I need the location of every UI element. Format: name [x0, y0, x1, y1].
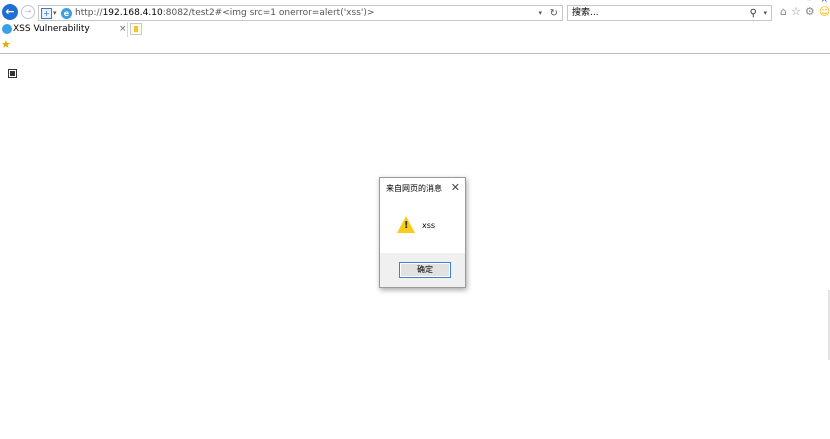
url-text[interactable]: http://192.168.4.10:8082/test2#<img src=…	[75, 7, 374, 20]
home-icon[interactable]: ⌂	[780, 6, 787, 18]
ok-button[interactable]: 确定	[399, 262, 451, 278]
chevron-down-icon[interactable]: ▾	[53, 8, 57, 19]
add-favorites-icon[interactable]: ★	[1, 38, 11, 52]
ie-tab-icon	[2, 24, 12, 34]
address-dropdown-icon[interactable]: ▾	[538, 8, 542, 19]
compatibility-icon[interactable]: +	[41, 8, 52, 19]
refresh-icon[interactable]: ↻	[550, 7, 558, 20]
tab-title: XSS Vulnerability	[13, 24, 90, 34]
back-arrow-icon[interactable]: ←	[2, 4, 18, 20]
forward-arrow-icon[interactable]: →	[21, 5, 35, 19]
search-input[interactable]: 搜索... ⚲ ▾	[567, 5, 772, 21]
search-placeholder: 搜索...	[572, 8, 599, 18]
new-tab-icon[interactable]	[130, 23, 142, 35]
search-dropdown-icon[interactable]: ▾	[763, 8, 767, 19]
address-bar[interactable]: + ▾ e http://192.168.4.10:8082/test2#<im…	[38, 5, 563, 21]
url-host: 192.168.4.10	[102, 8, 163, 18]
broken-image-icon	[8, 69, 17, 78]
gear-icon[interactable]: ⚙	[805, 6, 815, 18]
ie-logo-icon: e	[61, 8, 72, 19]
url-path: :8082/test2#<img src=1 onerror=alert('xs…	[162, 8, 375, 18]
url-prefix: http://	[75, 8, 103, 18]
navigation-bar: ← → + ▾ e http://192.168.4.10:8082/test2…	[0, 4, 830, 22]
dialog-message: xss	[422, 221, 436, 230]
tab-xss-vulnerability[interactable]: XSS Vulnerability ×	[0, 22, 128, 37]
star-icon[interactable]: ☆	[791, 6, 801, 18]
close-icon[interactable]: ✕	[451, 181, 460, 194]
toolbar-icons: ⌂ ☆ ⚙ ☺	[780, 6, 830, 18]
alert-dialog: 来自网页的消息 ✕ ! xss 确定	[379, 177, 466, 288]
smiley-icon[interactable]: ☺	[819, 6, 830, 18]
dialog-footer: 确定	[380, 253, 465, 287]
close-tab-icon[interactable]: ×	[119, 22, 127, 37]
dialog-title: 来自网页的消息	[386, 184, 442, 193]
warning-exclamation: !	[404, 220, 409, 231]
search-icon[interactable]: ⚲	[750, 7, 757, 20]
favorites-bar: ★	[0, 38, 830, 54]
tab-strip: XSS Vulnerability ×	[0, 22, 830, 38]
